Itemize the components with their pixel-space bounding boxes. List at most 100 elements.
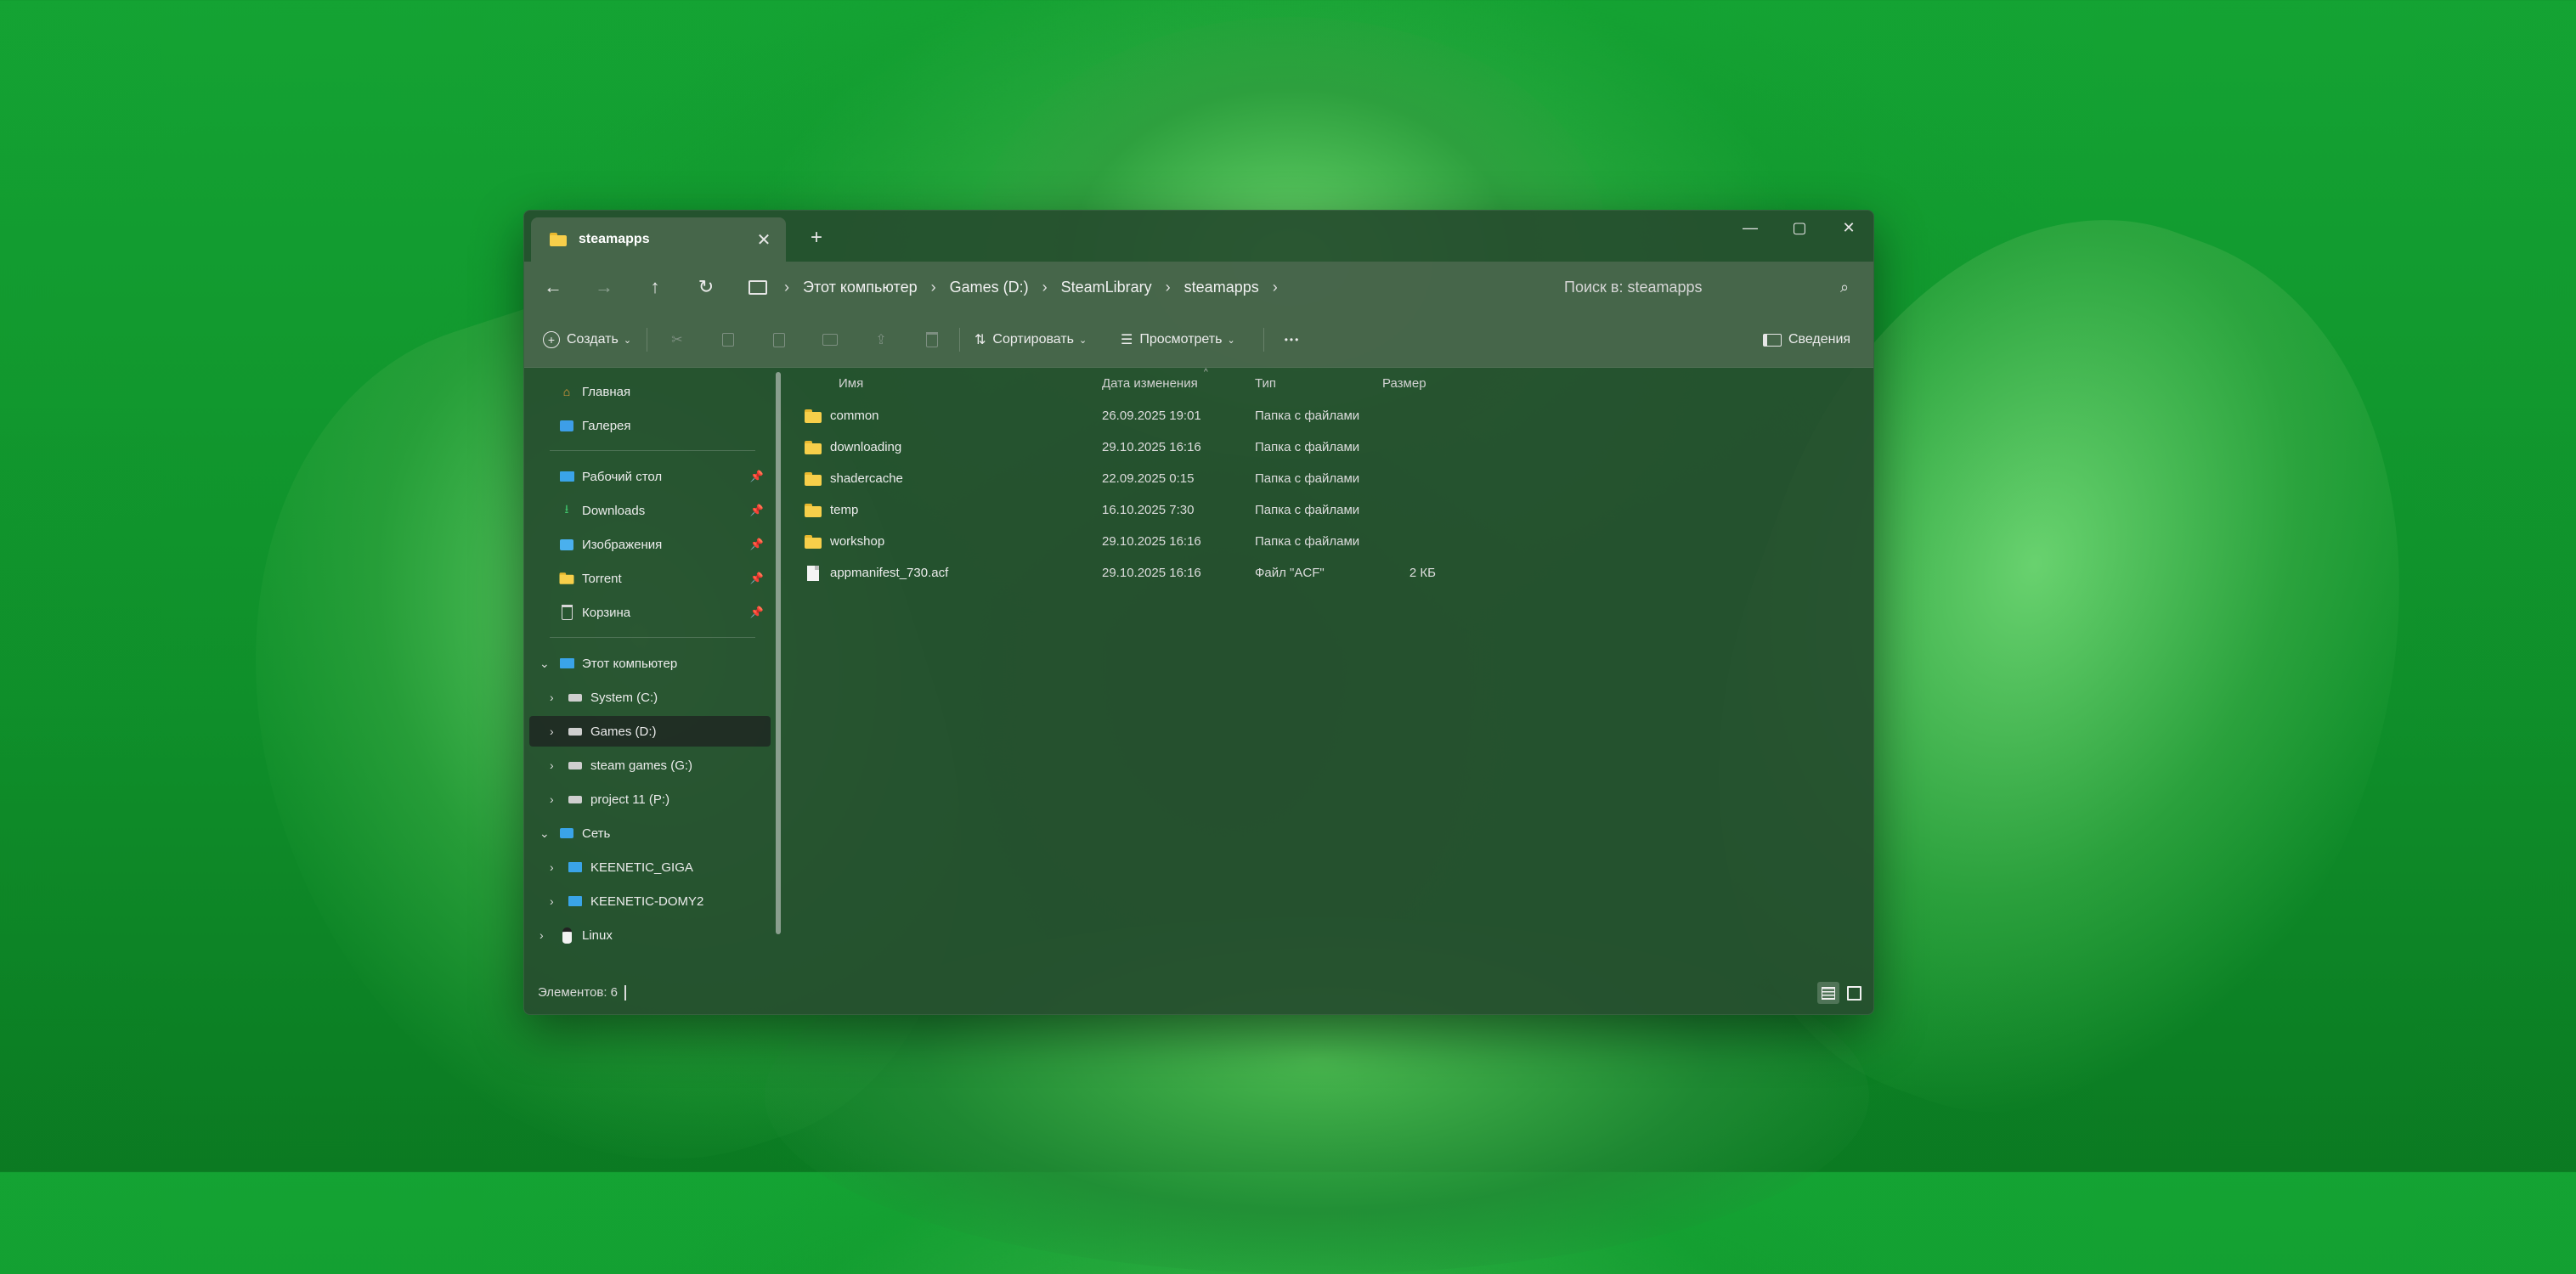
search-input[interactable]: Поиск в: steamapps [1547,279,1829,296]
table-row[interactable]: workshop 29.10.2025 16:16 Папка с файлам… [786,526,1873,557]
create-button[interactable]: + Создать ⌄ [543,324,631,355]
sidebar-item-label: Корзина [582,605,631,620]
chevron-right-icon[interactable]: › [550,758,554,772]
search-icon[interactable]: ⌕ [1829,279,1860,296]
breadcrumb-separator[interactable]: › [1161,279,1176,296]
file-date: 26.09.2025 19:01 [1102,409,1201,423]
sidebar-item-recycle-bin[interactable]: Корзина 📌 [528,597,771,628]
sidebar-item-torrent[interactable]: Torrent 📌 [528,563,771,594]
chevron-right-icon[interactable]: › [539,928,544,942]
column-header-name[interactable]: Имя [839,368,863,398]
file-name-cell: appmanifest_730.acf [805,557,948,589]
sidebar-item-this-pc[interactable]: ⌄ Этот компьютер [528,648,771,679]
breadcrumb-separator[interactable]: › [1268,279,1283,296]
network-computer-icon [567,859,584,876]
tab-steamapps[interactable]: steamapps ✕ [531,217,786,262]
sidebar-item-label: Рабочий стол [582,469,663,484]
refresh-button[interactable]: ↻ [691,272,721,302]
column-header-size[interactable]: Размер [1382,368,1426,398]
sidebar-item-keenetic-domy2[interactable]: › KEENETIC-DOMY2 [528,886,771,916]
cut-button[interactable]: ✂ [665,324,689,355]
file-date: 16.10.2025 7:30 [1102,503,1195,517]
file-name-cell: downloading [805,431,901,463]
linux-penguin-icon [558,927,575,944]
chevron-right-icon[interactable]: › [550,894,554,908]
close-window-button[interactable]: ✕ [1824,211,1873,245]
tab-title: steamapps [579,232,650,246]
column-header-date[interactable]: Дата изменения [1102,368,1198,398]
file-size [1351,400,1436,431]
rename-button[interactable] [818,324,842,355]
navigation-pane[interactable]: ⌂ Главная Галерея Рабочий стол 📌 ⭳ Downl… [524,368,771,972]
pin-icon[interactable]: 📌 [750,470,764,483]
up-button[interactable]: ↑ [640,272,670,302]
trash-icon [926,332,938,347]
copy-button[interactable] [716,324,740,355]
sidebar-item-linux[interactable]: › Linux [528,920,771,950]
delete-button[interactable] [920,324,944,355]
details-view-button[interactable] [1817,982,1839,1004]
column-header-type[interactable]: Тип [1255,368,1276,398]
tiles-view-button[interactable] [1843,982,1865,1004]
scissors-icon: ✂ [671,333,683,347]
breadcrumb-item-steamapps[interactable]: steamapps [1176,279,1268,296]
breadcrumb-item-this-pc[interactable]: Этот компьютер [794,279,926,296]
sidebar-item-keenetic-giga[interactable]: › KEENETIC_GIGA [528,852,771,882]
breadcrumb-separator[interactable]: › [926,279,941,296]
table-row[interactable]: downloading 29.10.2025 16:16 Папка с фай… [786,431,1873,463]
file-date: 22.09.2025 0:15 [1102,471,1195,486]
chevron-down-icon[interactable]: ⌄ [539,826,550,841]
sidebar-item-drive-g[interactable]: › steam games (G:) [528,750,771,781]
chevron-right-icon[interactable]: › [550,792,554,806]
breadcrumb-item-games-d[interactable]: Games (D:) [941,279,1037,296]
sidebar-item-gallery[interactable]: Галерея [528,410,771,441]
sidebar-item-desktop[interactable]: Рабочий стол 📌 [528,461,771,492]
folder-icon [805,534,822,549]
back-button[interactable]: ← [538,272,568,302]
table-row[interactable]: appmanifest_730.acf 29.10.2025 16:16 Фай… [786,557,1873,589]
view-button[interactable]: ☰ Просмотреть ⌄ [1121,324,1235,355]
sidebar-item-label: Главная [582,384,631,399]
sort-icon: ⇅ [974,333,986,347]
title-bar[interactable]: steamapps ✕ + — ▢ ✕ [524,211,1873,262]
computer-icon[interactable] [749,279,767,295]
sort-button[interactable]: ⇅ Сортировать ⌄ [974,324,1087,355]
sidebar-item-drive-p[interactable]: › project 11 (P:) [528,784,771,815]
sidebar-scrollbar[interactable] [776,372,781,934]
sidebar-item-network[interactable]: ⌄ Сеть [528,818,771,848]
minimize-button[interactable]: — [1726,211,1775,245]
chevron-right-icon[interactable]: › [550,691,554,704]
maximize-button[interactable]: ▢ [1775,211,1824,245]
chevron-down-icon[interactable]: ⌄ [539,657,550,671]
table-row[interactable]: common 26.09.2025 19:01 Папка с файлами [786,400,1873,431]
sidebar-item-drive-c[interactable]: › System (C:) [528,682,771,713]
pin-icon[interactable]: 📌 [750,572,764,585]
table-row[interactable]: temp 16.10.2025 7:30 Папка с файлами [786,494,1873,526]
file-list[interactable]: ^ Имя Дата изменения Тип Размер common 2… [786,368,1873,972]
file-date: 29.10.2025 16:16 [1102,534,1201,549]
search-box[interactable]: Поиск в: steamapps ⌕ [1547,270,1860,304]
forward-button[interactable]: → [589,272,619,302]
breadcrumb[interactable]: › Этот компьютер › Games (D:) › SteamLib… [749,270,1283,304]
tab-close-icon[interactable]: ✕ [752,228,776,251]
share-button[interactable]: ⇪ [869,324,893,355]
table-row[interactable]: shadercache 22.09.2025 0:15 Папка с файл… [786,463,1873,494]
chevron-right-icon[interactable]: › [550,724,554,738]
sidebar-item-pictures[interactable]: Изображения 📌 [528,529,771,560]
pin-icon[interactable]: 📌 [750,606,764,619]
breadcrumb-item-steamlibrary[interactable]: SteamLibrary [1053,279,1161,296]
sidebar-item-label: Torrent [582,571,622,586]
view-label: Просмотреть [1139,332,1223,347]
paste-button[interactable] [767,324,791,355]
details-pane-button[interactable]: Сведения [1763,324,1850,355]
pin-icon[interactable]: 📌 [750,504,764,517]
chevron-right-icon[interactable]: › [550,860,554,874]
pin-icon[interactable]: 📌 [750,538,764,551]
new-tab-button[interactable]: + [801,223,832,253]
breadcrumb-separator[interactable]: › [779,279,794,296]
sidebar-item-home[interactable]: ⌂ Главная [528,376,771,407]
breadcrumb-separator[interactable]: › [1037,279,1053,296]
sidebar-item-downloads[interactable]: ⭳ Downloads 📌 [528,495,771,526]
sidebar-item-drive-d[interactable]: › Games (D:) [529,716,771,747]
more-options-icon[interactable]: ••• [1275,324,1309,355]
